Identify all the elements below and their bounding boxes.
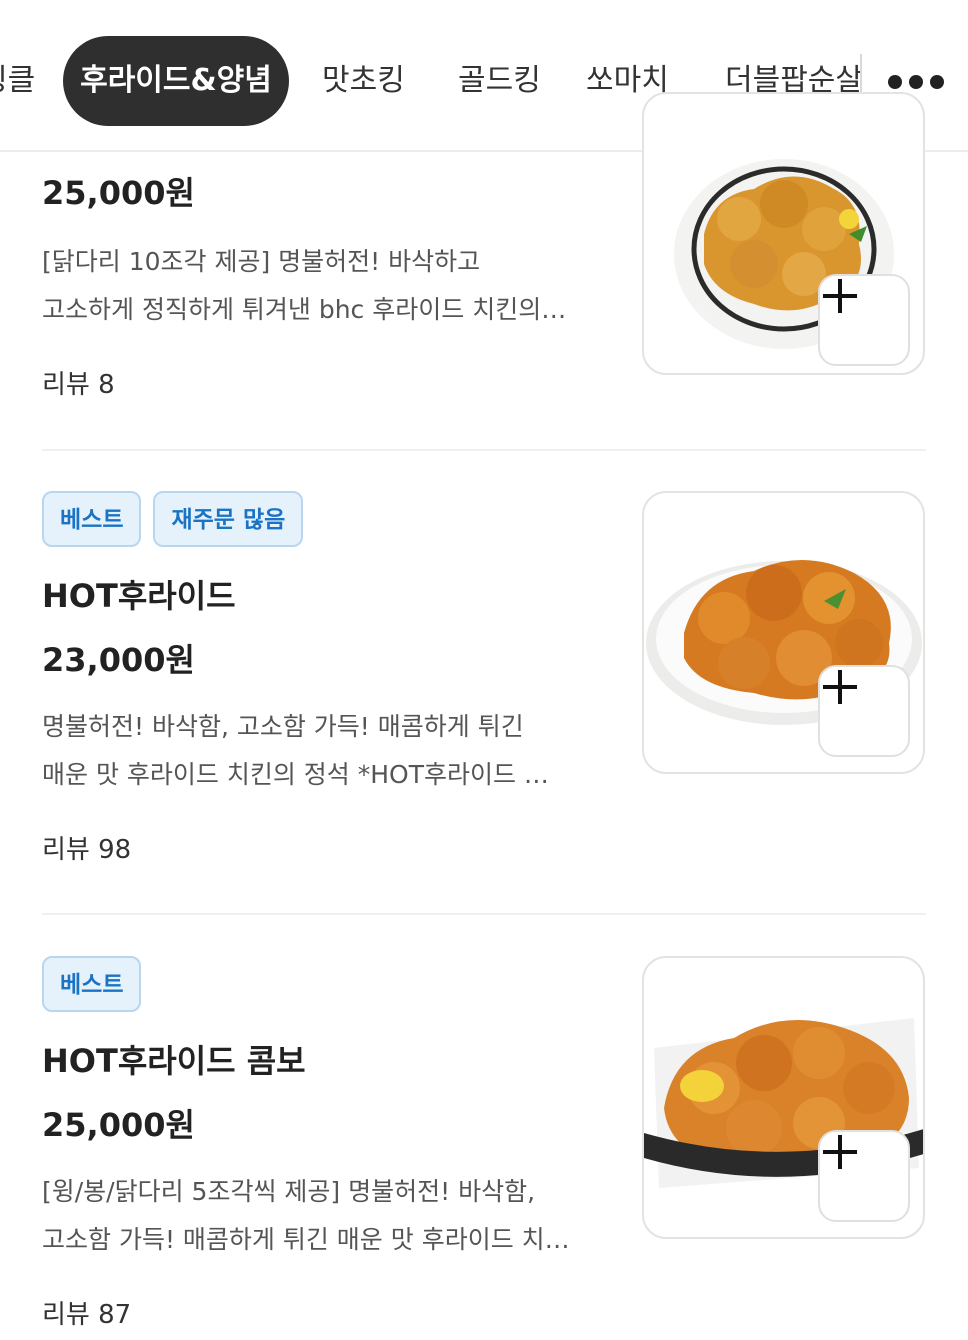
item-description: 명불허전! 바삭함, 고소함 가득! 매콤하게 튀긴 매운 맛 후라이드 치킨의… — [42, 712, 549, 789]
menu-item[interactable]: 25,000원 [닭다리 10조각 제공] 명불허전! 바삭하고 고소하게 정직… — [42, 92, 926, 442]
tab-matchoking[interactable]: 맛초킹 — [322, 36, 405, 126]
item-price: 25,000원 — [42, 174, 195, 212]
item-image-hot-fried-combo[interactable] — [642, 956, 925, 1239]
item-name: HOT후라이드 — [42, 577, 236, 615]
tab-fried-seasoned-active[interactable]: 후라이드&양념 — [63, 36, 289, 126]
menu-item[interactable]: 베스트 재주문 많음 HOT후라이드 23,000원 명불허전! 바삭함, 고소… — [42, 491, 926, 891]
plus-icon — [823, 670, 857, 704]
item-review-count: 리뷰 87 — [42, 1300, 132, 1330]
plus-icon — [823, 1135, 857, 1169]
item-badges: 베스트 — [42, 956, 142, 1012]
item-price: 25,000원 — [42, 1106, 195, 1144]
divider — [42, 913, 926, 915]
item-review-count: 리뷰 98 — [42, 835, 132, 865]
item-review-count: 리뷰 8 — [42, 370, 115, 400]
add-to-cart-button[interactable] — [818, 1130, 910, 1222]
item-name: HOT후라이드 콤보 — [42, 1042, 306, 1080]
divider — [42, 449, 926, 451]
item-price: 23,000원 — [42, 641, 195, 679]
menu-item[interactable]: 베스트 HOT후라이드 콤보 25,000원 [윙/봉/닭다리 5조각씩 제공]… — [42, 956, 926, 1340]
best-badge: 베스트 — [42, 956, 142, 1012]
item-image-fried-chicken-basket[interactable] — [642, 92, 925, 375]
item-description: [윙/봉/닭다리 5조각씩 제공] 명불허전! 바삭함, 고소함 가득! 매콤하… — [42, 1177, 570, 1254]
add-to-cart-button[interactable] — [818, 665, 910, 757]
item-badges: 베스트 재주문 많음 — [42, 491, 304, 547]
add-to-cart-button[interactable] — [818, 274, 910, 366]
tab-goldking[interactable]: 골드킹 — [458, 36, 541, 126]
tab-linkle[interactable]: 링클 — [0, 36, 35, 126]
best-badge: 베스트 — [42, 491, 142, 547]
more-horizontal-icon[interactable] — [888, 70, 944, 94]
plus-icon — [823, 279, 857, 313]
reorder-badge: 재주문 많음 — [153, 491, 304, 547]
item-image-hot-fried-chicken[interactable] — [642, 491, 925, 774]
item-description: [닭다리 10조각 제공] 명불허전! 바삭하고 고소하게 정직하게 튀겨낸 b… — [42, 247, 567, 324]
